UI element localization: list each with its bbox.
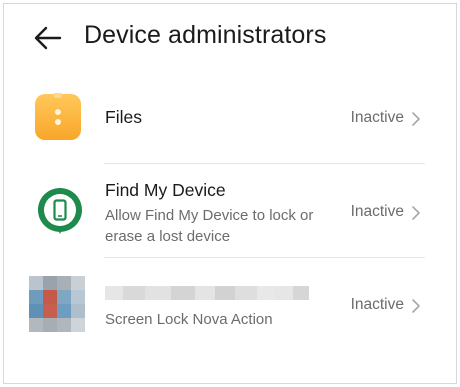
admin-item-find-my-device[interactable]: Find My Device Allow Find My Device to l… [4, 164, 456, 258]
status-label: Inactive [350, 109, 404, 126]
chevron-right-icon [412, 112, 420, 126]
find-my-device-icon [38, 188, 82, 234]
files-app-icon [35, 93, 81, 140]
device-administrators-screen: Device administrators Files Inactive Fin… [3, 3, 457, 384]
top-app-bar: Device administrators [4, 4, 456, 68]
page-title: Device administrators [84, 21, 327, 49]
item-title: Find My Device [105, 180, 226, 200]
chevron-right-icon [412, 206, 420, 220]
admin-item-screen-lock-nova-action[interactable]: Screen Lock Nova Action Inactive [4, 258, 456, 354]
back-arrow-icon[interactable] [32, 22, 64, 54]
status-label: Inactive [350, 203, 404, 220]
chevron-right-icon [412, 299, 420, 313]
item-subtitle: Allow Find My Device to lock or erase a … [105, 207, 314, 245]
admin-item-files[interactable]: Files Inactive [4, 74, 456, 164]
pixelated-app-icon [29, 276, 85, 332]
item-subtitle: Screen Lock Nova Action [105, 311, 273, 328]
status-label: Inactive [350, 296, 404, 313]
redacted-app-name [105, 286, 309, 300]
item-title: Files [105, 107, 142, 127]
